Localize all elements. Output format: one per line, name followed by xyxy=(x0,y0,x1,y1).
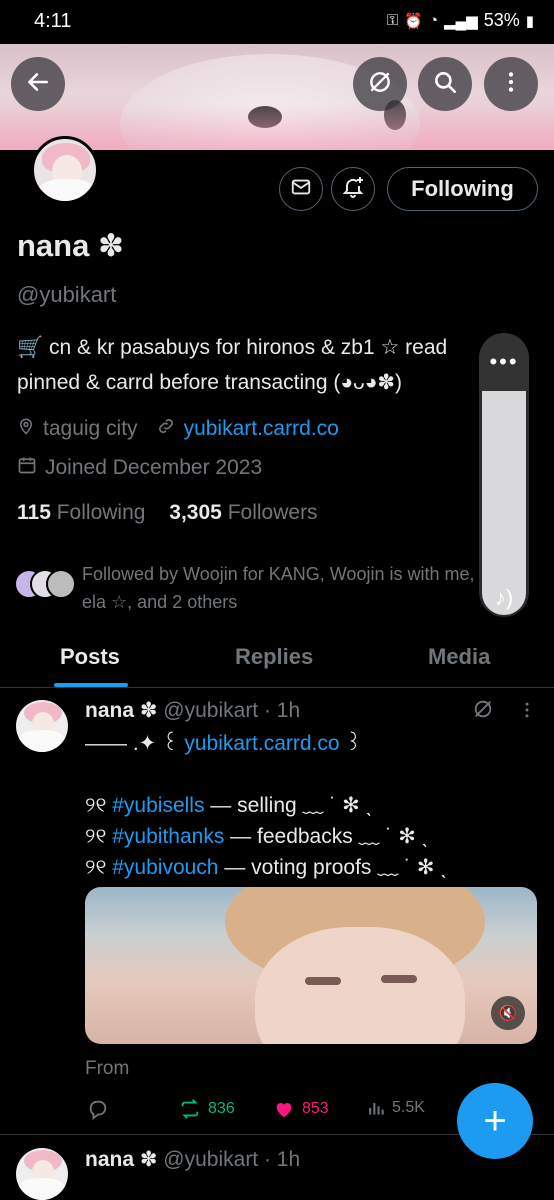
post-more-icon[interactable] xyxy=(520,700,534,725)
profile-name: nana ✽ xyxy=(17,228,124,263)
post-hashtag-line: ୨୧ #yubisells — selling ﹏ ˙ ✻ ˎ xyxy=(85,794,373,817)
compose-post-button[interactable]: + xyxy=(457,1083,533,1159)
search-icon xyxy=(432,69,458,100)
post-hashtag-line: ୨୧ #yubithanks — feedbacks ﹏ ˙ ✻ ˎ xyxy=(85,825,429,848)
profile-bio: 🛒 cn & kr pasabuys for hironos & zb1 ☆ r… xyxy=(17,336,448,394)
search-button[interactable] xyxy=(418,57,472,111)
floating-volume-panel[interactable]: ••• ♪) xyxy=(479,333,529,617)
signal-icon: ▂▄▆ xyxy=(444,12,478,30)
post-author-name[interactable]: nana ✽ xyxy=(85,699,157,722)
views-count: 5.5K xyxy=(392,1099,425,1116)
heart-icon xyxy=(276,1103,292,1118)
profile-tabs: Posts Replies Media xyxy=(0,632,554,688)
envelope-icon xyxy=(290,176,312,203)
message-button[interactable] xyxy=(279,167,323,211)
wifi-icon: ◔ xyxy=(428,12,438,29)
more-horizontal-icon[interactable]: ••• xyxy=(479,333,529,391)
tab-posts[interactable]: Posts xyxy=(60,644,120,670)
status-bar: 4:11 ⚿ ⏰ ◔ ▂▄▆ 53% ▮ xyxy=(0,0,554,44)
views-button[interactable]: 5.5K xyxy=(366,1098,425,1118)
following-button[interactable]: Following xyxy=(387,167,538,211)
post-author-handle[interactable]: @yubikart · 1h xyxy=(163,1148,300,1171)
grok-icon xyxy=(367,69,393,100)
back-button[interactable] xyxy=(11,57,65,111)
status-time: 4:11 xyxy=(34,10,72,32)
profile-location: taguig city xyxy=(43,416,138,440)
post-hashtag-line: ୨୧ #yubivouch — voting proofs ﹏ ˙ ✻ ˎ xyxy=(85,856,448,879)
reply-button[interactable] xyxy=(87,1098,109,1120)
grok-icon[interactable] xyxy=(472,698,494,725)
retweet-button[interactable]: 836 xyxy=(178,1098,235,1120)
post-author-handle[interactable]: @yubikart · 1h xyxy=(163,699,300,722)
profile-meta-row: taguig city yubikart.carrd.co xyxy=(17,416,339,441)
battery-percent: 53% xyxy=(483,10,520,30)
post-source-label: From xyxy=(85,1058,130,1079)
post-author-name[interactable]: nana ✽ xyxy=(85,1148,157,1171)
profile-website-link[interactable]: yubikart.carrd.co xyxy=(184,417,339,441)
following-count: 115 xyxy=(17,501,51,524)
profile-joined-row: Joined December 2023 xyxy=(17,455,262,480)
hashtag-link[interactable]: #yubisells xyxy=(112,794,204,817)
location-pin-icon xyxy=(17,416,35,441)
post-avatar[interactable] xyxy=(16,700,68,752)
post-video[interactable]: 🔇 xyxy=(85,887,537,1044)
alarm-icon: ⏰ xyxy=(404,12,423,30)
back-arrow-icon xyxy=(25,69,51,100)
hashtag-link[interactable]: #yubivouch xyxy=(112,856,218,879)
retweet-count: 836 xyxy=(208,1100,235,1117)
plus-icon: + xyxy=(483,1098,507,1143)
followed-by-text[interactable]: Followed by Woojin for KANG, Woojin is w… xyxy=(14,560,484,616)
post-header: nana ✽ @yubikart · 1h xyxy=(85,1147,300,1172)
battery-icon: ▮ xyxy=(525,12,534,30)
like-count: 853 xyxy=(302,1100,329,1117)
more-vertical-icon xyxy=(498,69,524,100)
like-button[interactable]: 853 xyxy=(272,1098,329,1120)
profile-joined: Joined December 2023 xyxy=(45,455,263,479)
status-icons: ⚿ ⏰ ◔ ▂▄▆ 53% ▮ xyxy=(387,10,534,31)
hashtag-link[interactable]: #yubithanks xyxy=(112,825,224,848)
post-text-line: —— .✦ ꒰ yubikart.carrd.co ꒱ xyxy=(85,732,362,755)
profile-handle: @yubikart xyxy=(17,282,117,307)
tab-replies[interactable]: Replies xyxy=(235,644,313,670)
post-header: nana ✽ @yubikart · 1h xyxy=(85,698,300,723)
profile-avatar[interactable] xyxy=(31,136,99,204)
bell-plus-icon xyxy=(341,175,365,204)
follow-counts: 115 Following 3,305 Followers xyxy=(17,501,318,525)
calendar-icon xyxy=(17,455,37,480)
following-link[interactable]: 115 Following xyxy=(17,501,145,524)
link-icon xyxy=(156,416,176,441)
volume-slider[interactable] xyxy=(482,391,526,615)
views-icon xyxy=(369,1103,384,1115)
reply-icon xyxy=(89,1100,107,1120)
mute-icon[interactable]: 🔇 xyxy=(491,996,525,1030)
tab-media[interactable]: Media xyxy=(428,644,490,670)
more-options-button[interactable] xyxy=(484,57,538,111)
notifications-button[interactable] xyxy=(331,167,375,211)
post-link[interactable]: yubikart.carrd.co xyxy=(184,732,339,755)
retweet-icon xyxy=(181,1099,199,1119)
post-avatar[interactable] xyxy=(16,1148,68,1200)
key-icon: ⚿ xyxy=(386,12,399,29)
grok-button[interactable] xyxy=(353,57,407,111)
music-note-icon: ♪) xyxy=(494,585,514,610)
followers-link[interactable]: 3,305 Followers xyxy=(169,501,317,524)
profile-banner xyxy=(0,44,554,150)
active-tab-indicator xyxy=(54,683,128,687)
followers-count: 3,305 xyxy=(169,501,222,524)
